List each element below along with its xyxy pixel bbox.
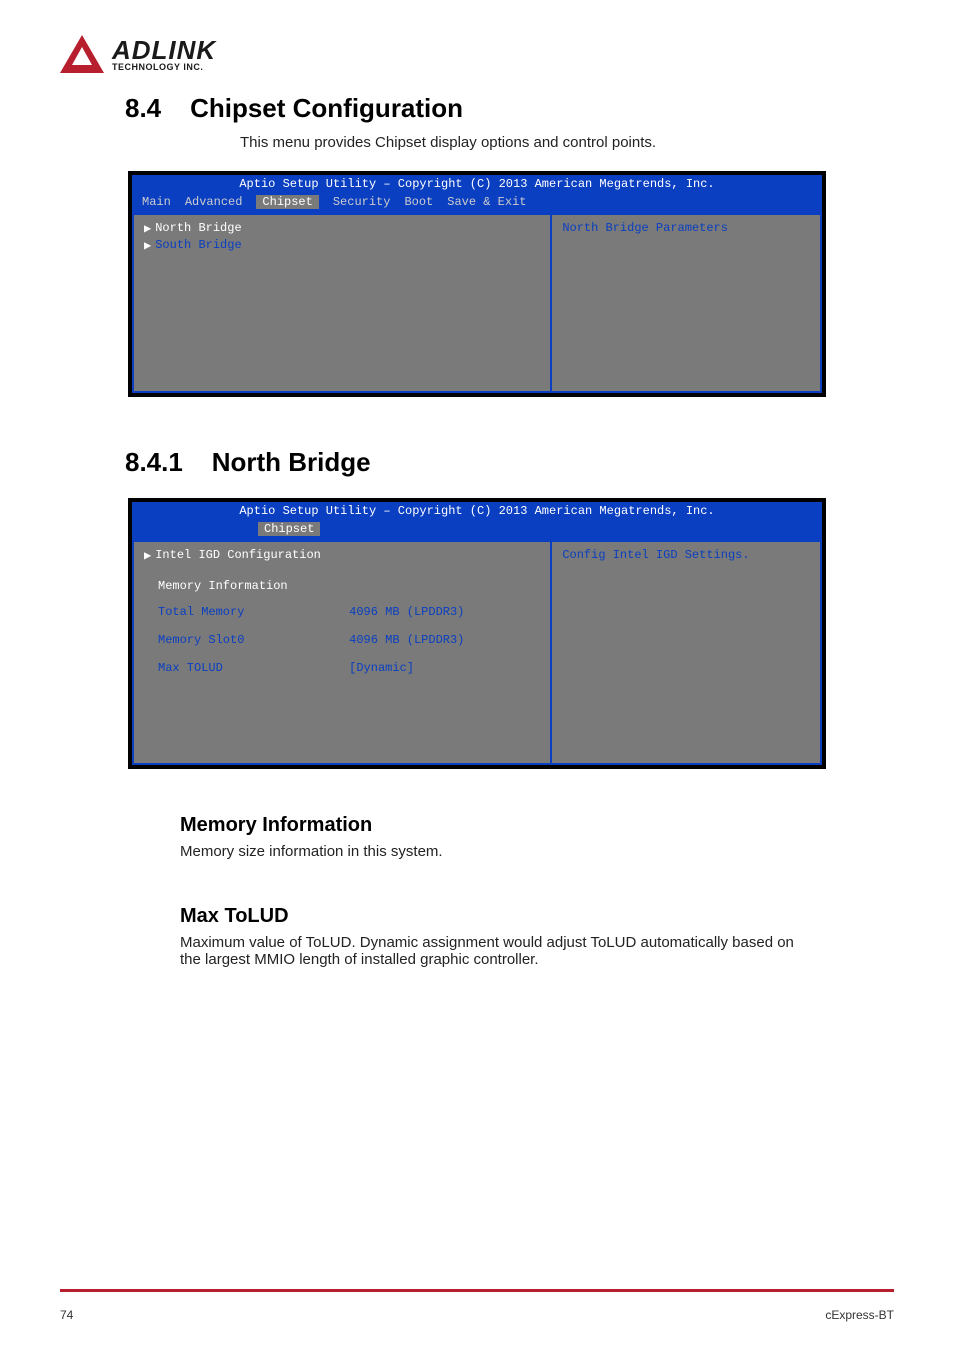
section-desc: This menu provides Chipset display optio… xyxy=(240,134,894,151)
bios-help-pane: North Bridge Parameters xyxy=(552,213,822,393)
section-number: 8.4 xyxy=(125,93,161,123)
bios-screenshot-north-bridge: Aptio Setup Utility – Copyright (C) 2013… xyxy=(128,498,826,769)
bios-row-value: [Dynamic] xyxy=(349,661,540,675)
memory-info-desc: Memory size information in this system. xyxy=(180,843,894,860)
max-tolud-heading: Max ToLUD xyxy=(180,905,894,928)
section-heading: 8.4 Chipset Configuration xyxy=(125,93,894,124)
bios-row-label: Max TOLUD xyxy=(158,661,349,675)
bios-screenshot-chipset: Aptio Setup Utility – Copyright (C) 2013… xyxy=(128,171,826,397)
bios-item-label: North Bridge xyxy=(155,221,241,236)
bios-row-total-memory: Total Memory 4096 MB (LPDDR3) xyxy=(158,605,540,619)
arrow-icon: ▶ xyxy=(144,238,151,253)
bios-tab-save-exit[interactable]: Save & Exit xyxy=(447,195,526,209)
bios-item-north-bridge[interactable]: ▶ North Bridge xyxy=(144,221,540,236)
bios-section-label: Memory Information xyxy=(158,579,540,593)
logo-sub: TECHNOLOGY INC. xyxy=(112,63,216,72)
bios-tab-chipset[interactable]: Chipset xyxy=(258,522,320,536)
bios-row-value: 4096 MB (LPDDR3) xyxy=(349,633,540,647)
logo-mark xyxy=(60,35,104,73)
bios-item-south-bridge[interactable]: ▶ South Bridge xyxy=(144,238,540,253)
logo-main: ADLINK xyxy=(112,37,216,63)
bios-menu: Chipset xyxy=(132,520,822,540)
max-tolud-desc: Maximum value of ToLUD. Dynamic assignme… xyxy=(180,934,800,968)
bios-row-label: Memory Slot0 xyxy=(158,633,349,647)
logo: ADLINK TECHNOLOGY INC. xyxy=(60,35,894,73)
bios-tab-main[interactable]: Main xyxy=(142,195,171,209)
arrow-icon: ▶ xyxy=(144,548,151,563)
footer-rule xyxy=(60,1289,894,1292)
bios-tab-boot[interactable]: Boot xyxy=(404,195,433,209)
footer-product: cExpress-BT xyxy=(825,1308,894,1322)
logo-text: ADLINK TECHNOLOGY INC. xyxy=(112,37,216,72)
bios-help-text: North Bridge Parameters xyxy=(562,221,728,235)
memory-info-heading: Memory Information xyxy=(180,814,894,837)
section-title: Chipset Configuration xyxy=(190,93,463,123)
subsection-heading: 8.4.1 North Bridge xyxy=(125,447,894,478)
bios-title: Aptio Setup Utility – Copyright (C) 2013… xyxy=(132,175,822,193)
bios-tab-chipset[interactable]: Chipset xyxy=(256,195,318,209)
bios-left-pane: ▶ Intel IGD Configuration Memory Informa… xyxy=(132,540,552,765)
bios-item-label: South Bridge xyxy=(155,238,241,253)
arrow-icon: ▶ xyxy=(144,221,151,236)
bios-row-max-tolud[interactable]: Max TOLUD [Dynamic] xyxy=(158,661,540,675)
bios-item-label: Intel IGD Configuration xyxy=(155,548,321,563)
bios-row-label: Total Memory xyxy=(158,605,349,619)
footer-page-number: 74 xyxy=(60,1308,73,1322)
subsection-number: 8.4.1 xyxy=(125,447,183,477)
bios-tab-security[interactable]: Security xyxy=(333,195,391,209)
bios-row-value: 4096 MB (LPDDR3) xyxy=(349,605,540,619)
bios-help-text: Config Intel IGD Settings. xyxy=(562,548,749,562)
bios-menu: Main Advanced Chipset Security Boot Save… xyxy=(132,193,822,213)
bios-tab-advanced[interactable]: Advanced xyxy=(185,195,243,209)
bios-row-memory-slot0: Memory Slot0 4096 MB (LPDDR3) xyxy=(158,633,540,647)
bios-help-pane: Config Intel IGD Settings. xyxy=(552,540,822,765)
bios-left-pane: ▶ North Bridge ▶ South Bridge xyxy=(132,213,552,393)
bios-title: Aptio Setup Utility – Copyright (C) 2013… xyxy=(132,502,822,520)
subsection-title: North Bridge xyxy=(212,447,371,477)
bios-item-igd-config[interactable]: ▶ Intel IGD Configuration xyxy=(144,548,540,563)
